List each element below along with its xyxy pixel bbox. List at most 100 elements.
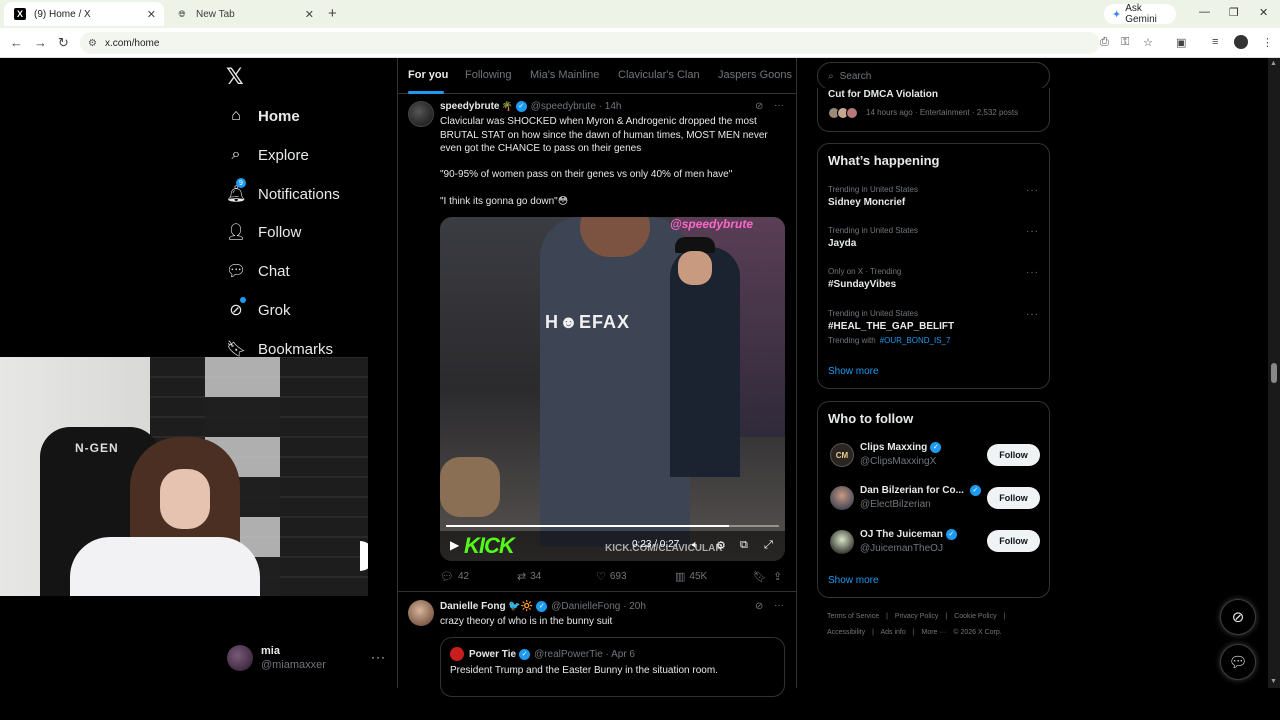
ads-info-link[interactable]: Ads info xyxy=(880,629,905,636)
post-more-icon[interactable]: ··· xyxy=(774,100,784,111)
more-link[interactable]: More ··· xyxy=(922,629,947,636)
browser-profile-avatar[interactable] xyxy=(1234,35,1248,49)
key-icon[interactable]: ⚿ xyxy=(1121,36,1129,49)
media-icon[interactable]: ≡ xyxy=(1212,36,1218,48)
nav-home[interactable]: ⌂ Home xyxy=(226,101,300,131)
post-avatar[interactable] xyxy=(408,101,434,127)
bookmark-post-button[interactable]: 🔖︎ xyxy=(753,570,771,583)
wtf-avatar[interactable]: CM xyxy=(830,443,854,467)
scroll-up-icon[interactable]: ▲ xyxy=(1270,60,1277,67)
reload-icon[interactable]: ↻ xyxy=(58,35,69,51)
trend-more-icon[interactable]: ··· xyxy=(1026,309,1039,320)
grok-analyze-icon[interactable]: ⊘ xyxy=(755,101,763,112)
split-icon[interactable]: ▣ xyxy=(1176,36,1186,49)
grok-analyze-icon[interactable]: ⊘ xyxy=(755,601,763,612)
repost-button[interactable]: ⇄ 34 xyxy=(517,570,541,583)
tab-home-x[interactable]: X (9) Home / X ✕ xyxy=(4,2,164,26)
site-info-icon[interactable]: ⚙ xyxy=(88,38,97,49)
trend-name[interactable]: Jayda xyxy=(828,238,856,249)
trending-news-card[interactable]: Cut for DMCA Violation 14 hours ago · En… xyxy=(817,88,1050,132)
follow-button[interactable]: Follow xyxy=(987,530,1040,552)
views-button[interactable]: ▥ 45K xyxy=(675,570,707,583)
minimize-icon[interactable]: — xyxy=(1199,6,1210,18)
ask-gemini-button[interactable]: ✦ Ask Gemini xyxy=(1104,3,1176,25)
post-more-icon[interactable]: ··· xyxy=(774,600,784,611)
install-icon[interactable]: ⎙ xyxy=(1100,36,1109,49)
reply-button[interactable]: 💬︎ 42 xyxy=(440,570,469,583)
post-handle-time[interactable]: @speedybrute · 14h xyxy=(531,101,622,112)
trend-name[interactable]: #HEAL_THE_GAP_BELIFT xyxy=(828,321,954,332)
trend-more-icon[interactable]: ··· xyxy=(1026,185,1039,196)
follow-button[interactable]: Follow xyxy=(987,487,1040,509)
grok-fab-icon[interactable]: ⊘ xyxy=(1220,599,1256,635)
nav-chat[interactable]: 💬︎ Chat xyxy=(226,256,290,286)
nav-notifications[interactable]: 🔔︎ 9 Notifications xyxy=(226,178,340,209)
post-handle-time[interactable]: @DanielleFong · 20h xyxy=(551,601,646,612)
account-more-icon[interactable]: ··· xyxy=(371,650,386,664)
wtf-name-row[interactable]: Clips Maxxing ✓ xyxy=(860,442,942,453)
cookie-link[interactable]: Cookie Policy xyxy=(954,613,996,620)
search-input[interactable]: ⌕ Search xyxy=(817,62,1050,90)
tab-mias-mainline[interactable]: Mia's Mainline xyxy=(530,69,599,81)
wtf-name-row[interactable]: OJ The Juiceman ✓ xyxy=(860,529,957,540)
video-player[interactable]: H☻EFAX @speedybrute ▶ KICK KICK.COM/CLAV… xyxy=(440,217,785,561)
follow-button[interactable]: Follow xyxy=(987,444,1040,466)
wtf-avatar[interactable] xyxy=(830,486,854,510)
page-scrollbar[interactable]: ▲ ▼ xyxy=(1268,58,1280,688)
nav-explore[interactable]: ⌕ Explore xyxy=(226,140,309,170)
play-icon[interactable]: ▶ xyxy=(450,538,459,552)
nav-follow[interactable]: 👤︎ Follow xyxy=(226,217,301,247)
trend-name[interactable]: Sidney Moncrief xyxy=(828,197,905,208)
accessibility-link[interactable]: Accessibility xyxy=(827,629,865,636)
quoted-post[interactable]: Power Tie ✓ @realPowerTie · Apr 6 Presid… xyxy=(440,637,785,697)
show-more-follow-link[interactable]: Show more xyxy=(828,575,879,586)
post-author-name[interactable]: Danielle Fong 🐦🔆 xyxy=(440,601,533,612)
new-tab-button[interactable]: + xyxy=(328,5,337,22)
share-button[interactable]: ⇪ xyxy=(773,570,786,583)
trending-with-tag[interactable]: #OUR_BOND_IS_7 xyxy=(880,336,951,345)
trend-name[interactable]: #SundayVibes xyxy=(828,279,896,290)
close-tab-icon[interactable]: ✕ xyxy=(147,8,156,21)
wtf-handle[interactable]: @ElectBilzerian xyxy=(860,499,931,510)
back-icon[interactable]: ← xyxy=(10,35,23,50)
close-tab-icon[interactable]: ✕ xyxy=(305,8,314,21)
post-author-name[interactable]: speedybrute xyxy=(440,101,499,112)
scroll-down-icon[interactable]: ▼ xyxy=(1270,678,1277,685)
star-icon[interactable]: ☆ xyxy=(1143,36,1153,49)
account-avatar[interactable] xyxy=(227,645,253,671)
wtf-avatar[interactable] xyxy=(830,530,854,554)
pip-icon[interactable]: ⧉ xyxy=(740,539,748,552)
footer-separator: | xyxy=(886,613,888,620)
close-window-icon[interactable]: ✕ xyxy=(1259,6,1268,19)
wtf-handle[interactable]: @ClipsMaxxingX xyxy=(860,456,936,467)
video-progress-bar[interactable] xyxy=(446,525,779,527)
trend-more-icon[interactable]: ··· xyxy=(1026,226,1039,237)
volume-icon[interactable]: 🔈︎ xyxy=(692,539,699,552)
x-logo-icon[interactable]: 𝕏 xyxy=(226,64,244,90)
tab-claviculars-clan[interactable]: Clavicular's Clan xyxy=(618,69,700,81)
maximize-icon[interactable]: ❐ xyxy=(1229,6,1239,19)
tab-new-tab[interactable]: 🌐︎ New Tab ✕ xyxy=(166,2,322,26)
account-handle[interactable]: @miamaxxer xyxy=(261,659,326,671)
nav-grok[interactable]: ⊘ Grok xyxy=(226,295,291,325)
scroll-thumb[interactable] xyxy=(1271,363,1277,383)
wtf-name-row[interactable]: Dan Bilzerian for Co... ✓ xyxy=(860,485,981,496)
like-button[interactable]: ♡ 693 xyxy=(596,570,627,583)
fullscreen-icon[interactable]: ⤢ xyxy=(764,539,773,552)
forward-icon[interactable]: → xyxy=(34,35,47,50)
tab-jaspers-goons[interactable]: Jaspers Goons xyxy=(718,69,792,81)
trend-more-icon[interactable]: ··· xyxy=(1026,267,1039,278)
post-avatar[interactable] xyxy=(408,600,434,626)
address-bar[interactable]: ⚙ x.com/home xyxy=(80,32,1100,54)
terms-link[interactable]: Terms of Service xyxy=(827,613,879,620)
show-more-trends-link[interactable]: Show more xyxy=(828,366,879,377)
chat-fab-icon[interactable]: 💬︎ xyxy=(1220,644,1256,680)
wtf-handle[interactable]: @JuicemanTheOJ xyxy=(860,543,943,554)
account-name[interactable]: mia xyxy=(261,645,280,657)
verified-badge-icon: ✓ xyxy=(945,529,957,540)
privacy-link[interactable]: Privacy Policy xyxy=(895,613,939,620)
tab-following[interactable]: Following xyxy=(465,69,511,81)
menu-icon[interactable]: ⋮ xyxy=(1262,36,1273,49)
settings-icon[interactable]: ⚙ xyxy=(716,539,726,552)
tab-for-you[interactable]: For you xyxy=(408,69,448,81)
